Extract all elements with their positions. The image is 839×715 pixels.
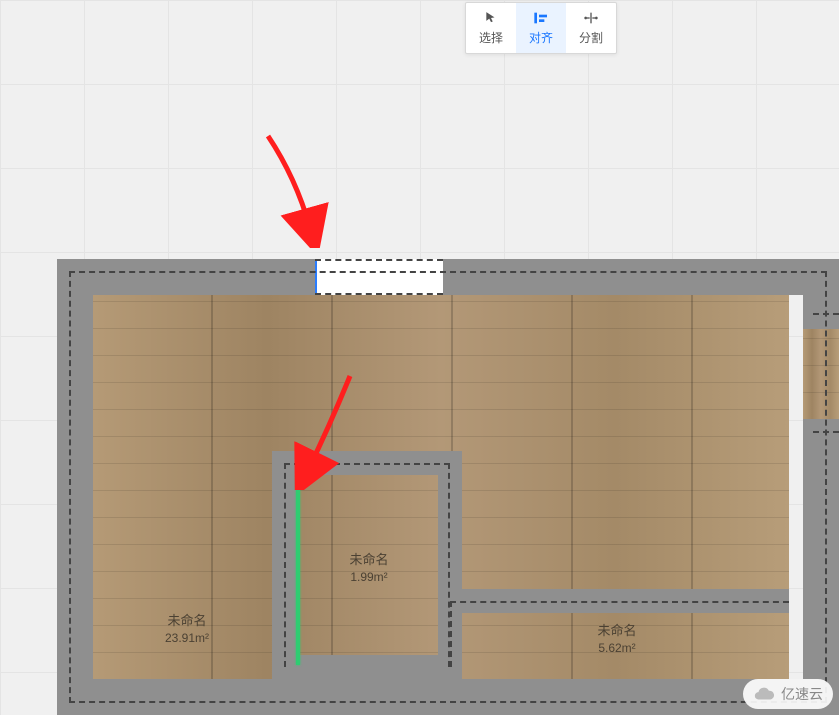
tool-align-label: 对齐 [529, 29, 553, 46]
wall-outer-right-lower[interactable] [803, 419, 839, 715]
wall-outer-top[interactable] [57, 259, 839, 295]
align-icon [533, 10, 549, 26]
floor-plan[interactable]: 未命名 23.91m² 未命名 1.99m² 未命名 5.62m² [57, 259, 839, 715]
split-icon [583, 10, 599, 26]
selected-wall-edge[interactable] [296, 475, 300, 665]
cursor-icon [484, 10, 498, 26]
watermark: 亿速云 [743, 679, 833, 709]
wall-outer-right-upper[interactable] [803, 259, 839, 329]
tool-split-label: 分割 [579, 29, 603, 46]
watermark-text: 亿速云 [781, 684, 823, 704]
floor-texture-right [803, 329, 839, 419]
floorplan-canvas[interactable]: 选择 对齐 分割 [0, 0, 839, 715]
wall-outer-bottom[interactable] [57, 679, 839, 715]
tool-select-label: 选择 [479, 29, 503, 46]
cloud-icon [753, 683, 775, 705]
tool-split[interactable]: 分割 [566, 3, 616, 53]
mode-toolbar: 选择 对齐 分割 [465, 2, 617, 54]
tool-select[interactable]: 选择 [466, 3, 516, 53]
wall-opening[interactable] [315, 259, 443, 295]
wall-inner[interactable] [272, 655, 462, 679]
wall-inner[interactable] [272, 451, 296, 679]
tool-align[interactable]: 对齐 [516, 3, 566, 53]
wall-outer-left[interactable] [57, 259, 93, 715]
wall-inner[interactable] [438, 589, 789, 613]
wall-inner[interactable] [438, 451, 462, 679]
wall-inner[interactable] [272, 451, 462, 475]
